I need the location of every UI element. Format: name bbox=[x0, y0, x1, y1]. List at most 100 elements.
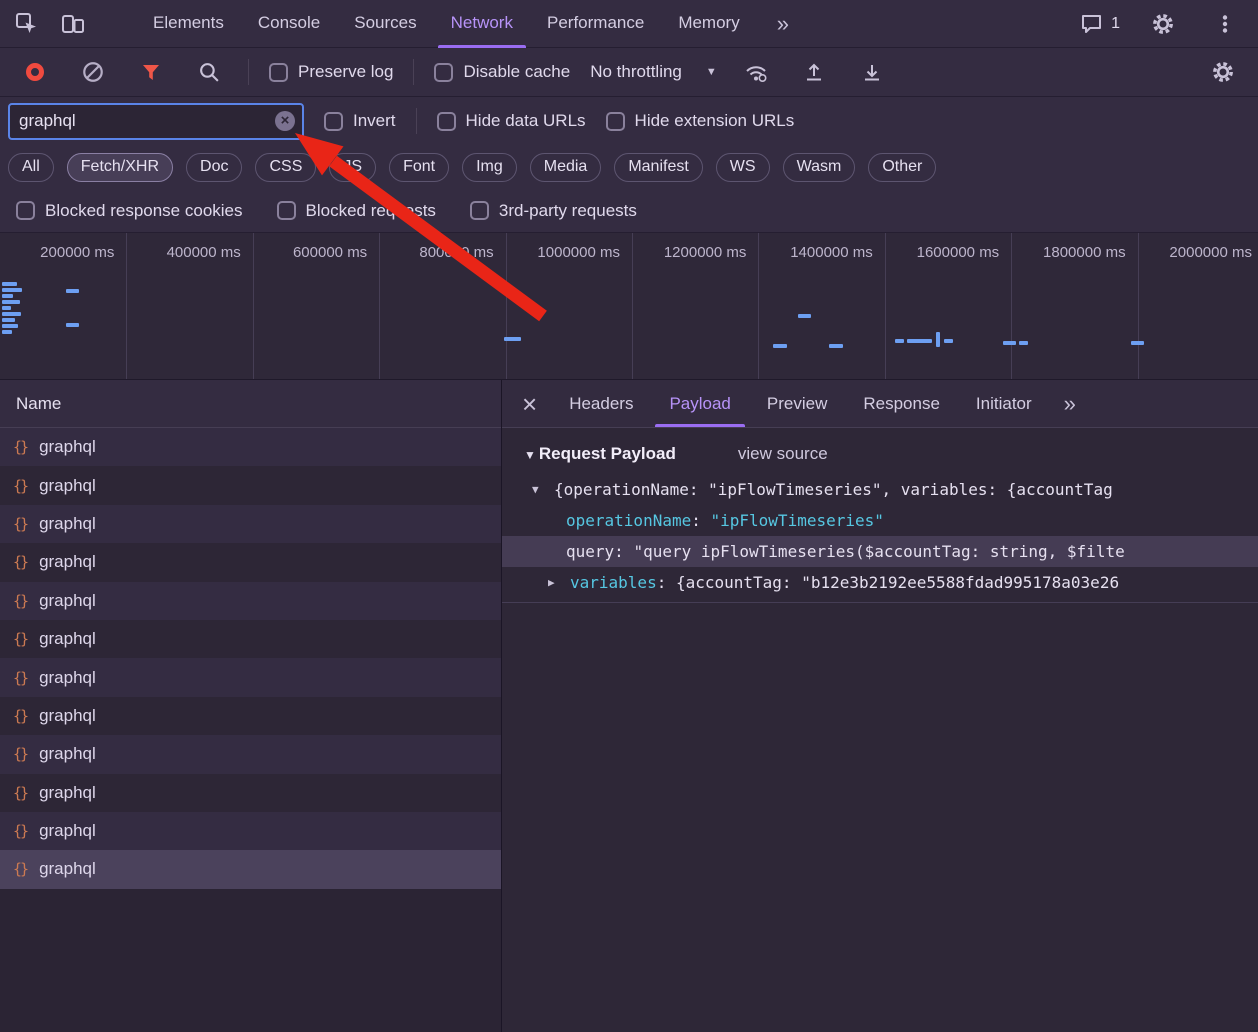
filter-chip-fetch-xhr[interactable]: Fetch/XHR bbox=[67, 153, 173, 182]
checkbox-icon[interactable] bbox=[437, 112, 456, 131]
tree-toggle-icon[interactable]: ▼ bbox=[532, 483, 554, 496]
collapse-triangle-icon[interactable]: ▼ bbox=[524, 448, 536, 462]
payload-line[interactable]: operationName: "ipFlowTimeseries" bbox=[502, 505, 1258, 536]
request-row[interactable]: {}graphql bbox=[0, 850, 501, 888]
request-row[interactable]: {}graphql bbox=[0, 735, 501, 773]
request-name: graphql bbox=[39, 552, 96, 572]
payload-token: operationName bbox=[566, 511, 691, 530]
payload-line[interactable]: ▶variables: {accountTag: "b12e3b2192ee55… bbox=[502, 567, 1258, 598]
waterfall-mark bbox=[907, 339, 932, 343]
tab-memory[interactable]: Memory bbox=[661, 0, 756, 48]
request-name: graphql bbox=[39, 783, 96, 803]
payload-token: : {accountTag: "b12e3b2192ee5588fdad9951… bbox=[657, 573, 1119, 592]
disable-cache-label: Disable cache bbox=[463, 62, 570, 82]
search-icon[interactable] bbox=[190, 53, 228, 91]
timeline-overview[interactable]: 200000 ms400000 ms600000 ms800000 ms1000… bbox=[0, 233, 1258, 380]
view-source-link[interactable]: view source bbox=[738, 444, 828, 464]
filter-chip-all[interactable]: All bbox=[8, 153, 54, 182]
export-har-icon[interactable] bbox=[853, 53, 891, 91]
request-name: graphql bbox=[39, 591, 96, 611]
preserve-log-checkbox[interactable]: Preserve log bbox=[269, 62, 393, 82]
checkbox-icon[interactable] bbox=[470, 201, 489, 220]
preserve-log-label: Preserve log bbox=[298, 62, 393, 82]
request-row[interactable]: {}graphql bbox=[0, 774, 501, 812]
inspect-element-icon[interactable] bbox=[8, 5, 46, 43]
filter-chip-js[interactable]: JS bbox=[329, 153, 376, 182]
network-filter-box[interactable]: × bbox=[8, 103, 304, 140]
payload-line[interactable]: query: "query ipFlowTimeseries($accountT… bbox=[502, 536, 1258, 567]
request-row[interactable]: {}graphql bbox=[0, 582, 501, 620]
checkbox-icon[interactable] bbox=[434, 63, 453, 82]
network-settings-gear-icon[interactable] bbox=[1204, 53, 1242, 91]
more-detail-tabs-icon[interactable]: » bbox=[1050, 391, 1090, 417]
filter-chip-ws[interactable]: WS bbox=[716, 153, 770, 182]
filter-chip-css[interactable]: CSS bbox=[255, 153, 316, 182]
tree-toggle-icon[interactable]: ▶ bbox=[548, 576, 570, 589]
clear-network-log-icon[interactable] bbox=[74, 53, 112, 91]
checkbox-icon[interactable] bbox=[269, 63, 288, 82]
option-label: Blocked response cookies bbox=[45, 201, 243, 221]
detail-tab-response[interactable]: Response bbox=[845, 381, 958, 427]
invert-checkbox[interactable]: Invert bbox=[324, 111, 396, 131]
detail-tab-initiator[interactable]: Initiator bbox=[958, 381, 1050, 427]
hide-data-urls-checkbox[interactable]: Hide data URLs bbox=[437, 111, 586, 131]
network-conditions-icon[interactable] bbox=[737, 53, 775, 91]
throttling-select[interactable]: No throttling ▼ bbox=[590, 62, 717, 82]
filter-chip-other[interactable]: Other bbox=[868, 153, 936, 182]
filter-chip-img[interactable]: Img bbox=[462, 153, 517, 182]
waterfall-mark bbox=[1131, 341, 1144, 345]
request-row[interactable]: {}graphql bbox=[0, 697, 501, 735]
tab-sources[interactable]: Sources bbox=[337, 0, 433, 48]
waterfall-mark bbox=[2, 330, 12, 334]
timeline-label: 1000000 ms bbox=[506, 244, 620, 261]
request-row[interactable]: {}graphql bbox=[0, 466, 501, 504]
import-har-icon[interactable] bbox=[795, 53, 833, 91]
waterfall-mark bbox=[773, 344, 787, 348]
detail-tab-headers[interactable]: Headers bbox=[551, 381, 651, 427]
close-detail-icon[interactable]: × bbox=[508, 382, 551, 426]
tab-network[interactable]: Network bbox=[434, 0, 530, 48]
option-blocked-requests[interactable]: Blocked requests bbox=[277, 201, 436, 221]
filter-chip-wasm[interactable]: Wasm bbox=[783, 153, 856, 182]
waterfall-mark bbox=[895, 339, 904, 343]
issues-counter[interactable]: 1 bbox=[1080, 13, 1120, 35]
filter-funnel-icon[interactable] bbox=[132, 53, 170, 91]
filter-chip-doc[interactable]: Doc bbox=[186, 153, 242, 182]
request-row[interactable]: {}graphql bbox=[0, 658, 501, 696]
menu-dots-icon[interactable] bbox=[1206, 5, 1244, 43]
clear-filter-icon[interactable]: × bbox=[275, 111, 295, 131]
option-3rd-party-requests[interactable]: 3rd-party requests bbox=[470, 201, 637, 221]
record-network-log-icon[interactable] bbox=[16, 53, 54, 91]
option-blocked-response-cookies[interactable]: Blocked response cookies bbox=[16, 201, 243, 221]
filter-input[interactable] bbox=[19, 111, 275, 131]
filter-chip-media[interactable]: Media bbox=[530, 153, 602, 182]
detail-tab-preview[interactable]: Preview bbox=[749, 381, 845, 427]
timeline-label: 200000 ms bbox=[0, 244, 114, 261]
request-name: graphql bbox=[39, 437, 96, 457]
request-row[interactable]: {}graphql bbox=[0, 812, 501, 850]
tab-console[interactable]: Console bbox=[241, 0, 337, 48]
disable-cache-checkbox[interactable]: Disable cache bbox=[434, 62, 570, 82]
filter-chip-font[interactable]: Font bbox=[389, 153, 449, 182]
checkbox-icon[interactable] bbox=[324, 112, 343, 131]
device-toolbar-icon[interactable] bbox=[54, 5, 92, 43]
checkbox-icon[interactable] bbox=[277, 201, 296, 220]
tab-performance[interactable]: Performance bbox=[530, 0, 661, 48]
checkbox-icon[interactable] bbox=[606, 112, 625, 131]
filter-chip-manifest[interactable]: Manifest bbox=[614, 153, 702, 182]
checkbox-icon[interactable] bbox=[16, 201, 35, 220]
request-row[interactable]: {}graphql bbox=[0, 428, 501, 466]
more-panels-icon[interactable]: » bbox=[765, 11, 801, 37]
request-name: graphql bbox=[39, 706, 96, 726]
detail-tab-payload[interactable]: Payload bbox=[651, 381, 748, 427]
request-row[interactable]: {}graphql bbox=[0, 543, 501, 581]
request-row[interactable]: {}graphql bbox=[0, 620, 501, 658]
settings-gear-icon[interactable] bbox=[1144, 5, 1182, 43]
tab-elements[interactable]: Elements bbox=[136, 0, 241, 48]
request-row[interactable]: {}graphql bbox=[0, 505, 501, 543]
hide-extension-urls-checkbox[interactable]: Hide extension URLs bbox=[606, 111, 795, 131]
payload-line[interactable]: ▼{operationName: "ipFlowTimeseries", var… bbox=[502, 474, 1258, 505]
payload-token: "query ipFlowTimeseries($accountTag: str… bbox=[633, 542, 1124, 561]
payload-token: : bbox=[614, 542, 633, 561]
name-column-header[interactable]: Name bbox=[0, 380, 501, 428]
